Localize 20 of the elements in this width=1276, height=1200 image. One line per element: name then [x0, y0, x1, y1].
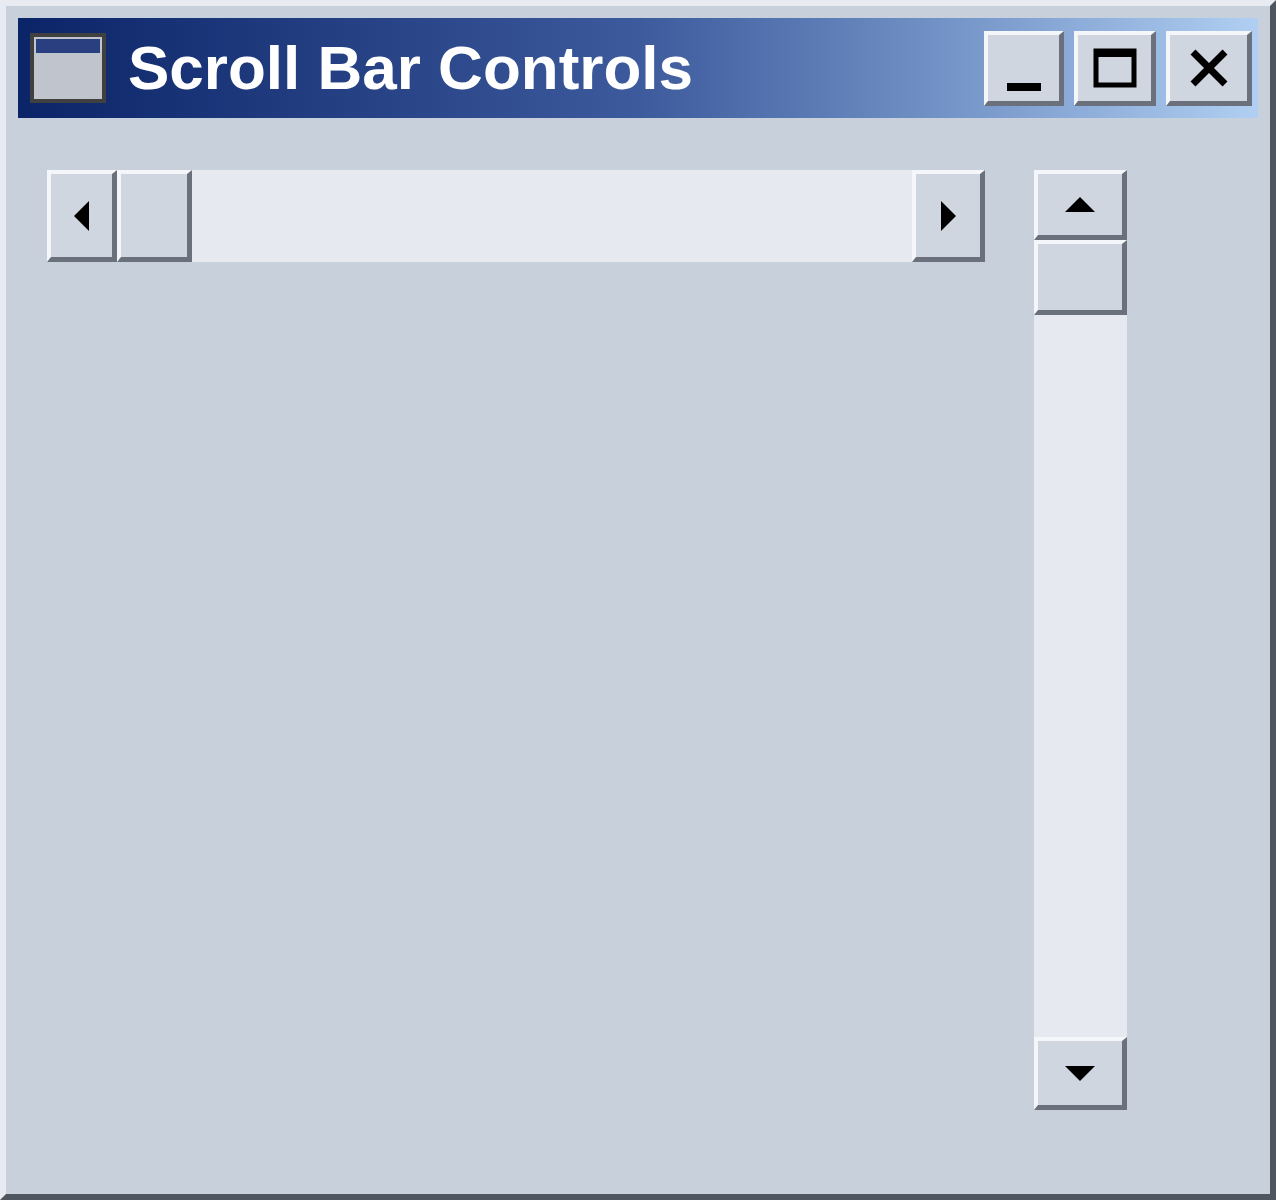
vertical-scrollbar[interactable]: [1034, 170, 1127, 1110]
right-arrow-icon: [940, 200, 956, 231]
scroll-thumb[interactable]: [117, 170, 192, 262]
horizontal-scrollbar[interactable]: [47, 170, 985, 262]
close-button[interactable]: [1166, 30, 1252, 106]
scroll-down-button[interactable]: [1034, 1037, 1127, 1110]
scroll-left-button[interactable]: [47, 170, 117, 262]
scroll-up-button[interactable]: [1034, 170, 1127, 240]
left-arrow-icon: [74, 200, 89, 231]
window-title: Scroll Bar Controls: [128, 37, 694, 99]
scroll-thumb[interactable]: [1034, 240, 1127, 315]
maximize-icon: [1092, 47, 1137, 88]
scroll-right-button[interactable]: [912, 170, 985, 262]
up-arrow-icon: [1065, 197, 1095, 212]
minimize-button[interactable]: [984, 30, 1064, 106]
minimize-icon: [1006, 82, 1041, 91]
window-icon: [30, 33, 106, 103]
maximize-button[interactable]: [1074, 30, 1156, 106]
close-icon: [1188, 48, 1229, 87]
down-arrow-icon: [1065, 1065, 1095, 1081]
